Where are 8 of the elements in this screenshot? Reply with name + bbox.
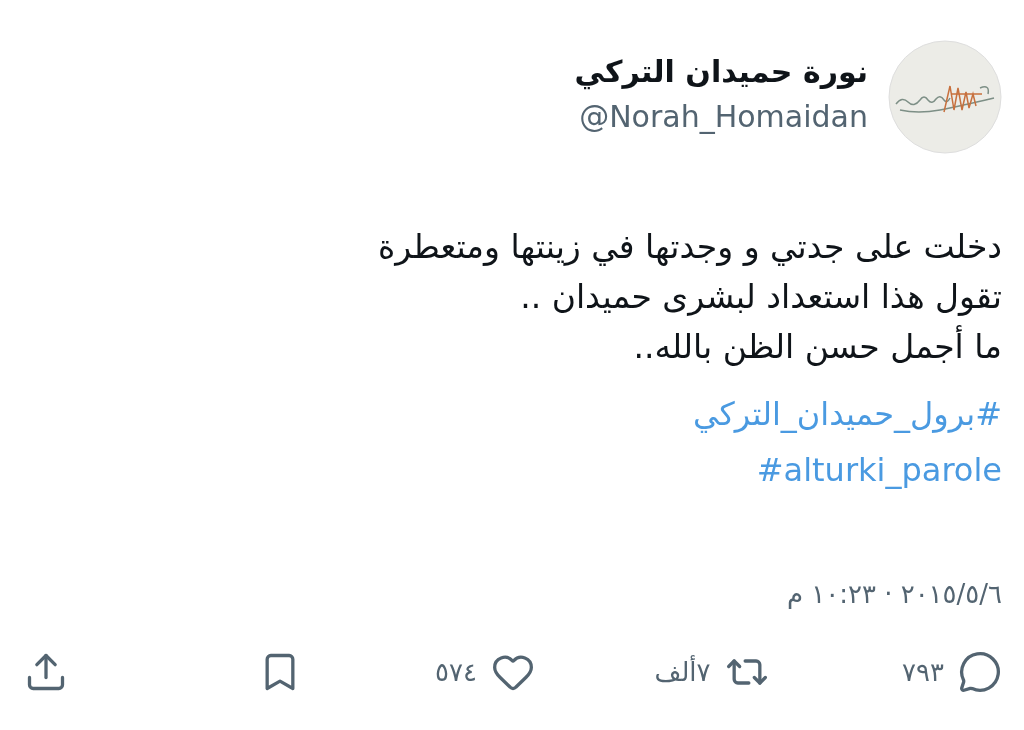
like-button[interactable]: ٥٧٤ [435,650,535,694]
author-handle[interactable]: @Norah_Homaidan [579,98,868,136]
author-name[interactable]: نورة حميدان التركي [574,52,868,92]
tweet-text: دخلت على جدتي و وجدتها في زينتها ومتعطرة تقول هذا استعداد لبشرى حميدان .. ما أجمل حسن الظن بالله.. [377,226,1002,368]
tweet-timestamp: ٢٠١٥/٥/٦ · ١٠:٢٣ م [786,578,1002,611]
speech-bubble-icon [958,650,1002,694]
retweet-button[interactable]: ٧ألف [654,650,769,694]
reply-button[interactable]: ٧٩٣ [902,650,1002,694]
